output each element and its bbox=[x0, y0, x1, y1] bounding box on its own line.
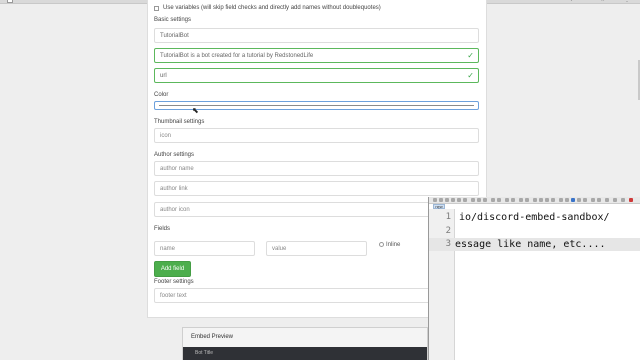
play-macro-icon[interactable] bbox=[571, 198, 575, 202]
url-input[interactable]: url ✓ bbox=[154, 68, 479, 83]
footer-text-placeholder: footer text bbox=[160, 293, 187, 299]
undo-icon[interactable] bbox=[491, 198, 495, 202]
url-input-value: url bbox=[160, 73, 167, 79]
add-field-button[interactable]: Add field bbox=[154, 261, 191, 277]
author-link-input[interactable]: author link bbox=[154, 181, 479, 196]
color-picker-input[interactable] bbox=[154, 101, 479, 110]
text-editor-window: new 1 1 io/discord-embed-sandbox/ 2 3 es… bbox=[428, 197, 640, 360]
plugin-icon[interactable] bbox=[613, 198, 617, 202]
new-file-icon[interactable] bbox=[433, 198, 437, 202]
word-wrap-icon[interactable] bbox=[539, 198, 543, 202]
line-number: 1 bbox=[445, 212, 451, 222]
indent-guide-icon[interactable] bbox=[551, 198, 555, 202]
description-input-value: TutorialBot is a bot created for a tutor… bbox=[160, 53, 314, 59]
editor-toolbar bbox=[429, 197, 640, 204]
save-icon[interactable] bbox=[445, 198, 449, 202]
thumbnail-icon-placeholder: icon bbox=[160, 133, 172, 139]
description-input[interactable]: TutorialBot is a bot created for a tutor… bbox=[154, 48, 479, 63]
fields-label: Fields bbox=[154, 226, 171, 232]
editor-line-current[interactable]: 3 essage like name, etc.... bbox=[429, 238, 640, 251]
sync-scroll-icon[interactable] bbox=[533, 198, 537, 202]
thumbnail-settings-label: Thumbnail settings bbox=[154, 119, 205, 125]
color-label: Color bbox=[154, 92, 169, 98]
line-number: 2 bbox=[445, 226, 451, 236]
menu-icon[interactable]: ⋮ bbox=[624, 0, 630, 3]
author-icon-placeholder: author icon bbox=[160, 207, 190, 213]
editor-line[interactable]: 1 io/discord-embed-sandbox/ bbox=[429, 211, 640, 224]
run-macro-icon[interactable] bbox=[577, 198, 581, 202]
line-text: essage like name, etc.... bbox=[455, 239, 606, 250]
share-icon[interactable]: ↗ bbox=[570, 0, 576, 3]
zoom-out-icon[interactable] bbox=[525, 198, 529, 202]
field-value-placeholder: value bbox=[272, 246, 287, 252]
author-name-input[interactable]: author name bbox=[154, 161, 479, 176]
check-icon: ✓ bbox=[467, 51, 474, 60]
function-list-icon[interactable] bbox=[597, 198, 601, 202]
close-icon[interactable] bbox=[629, 198, 633, 202]
cut-icon[interactable] bbox=[471, 198, 475, 202]
field-name-placeholder: name bbox=[160, 246, 176, 252]
show-symbols-icon[interactable] bbox=[545, 198, 549, 202]
editor-line[interactable]: 2 bbox=[429, 225, 640, 238]
inline-label: Inline bbox=[386, 242, 401, 249]
redo-icon[interactable] bbox=[497, 198, 501, 202]
stop-macro-icon[interactable] bbox=[565, 198, 569, 202]
print-icon[interactable] bbox=[463, 198, 467, 202]
inline-toggle[interactable]: Inline bbox=[379, 242, 400, 248]
inline-radio[interactable] bbox=[379, 242, 384, 247]
strip-checkbox[interactable] bbox=[7, 0, 13, 3]
thumbnail-icon-input[interactable]: icon bbox=[154, 128, 479, 143]
save-all-icon[interactable] bbox=[451, 198, 455, 202]
basic-settings-label: Basic settings bbox=[154, 17, 192, 23]
color-picker-bar bbox=[159, 105, 474, 106]
use-variables-label: Use variables (will skip field checks an… bbox=[163, 5, 381, 11]
embed-preview-content: Bot Title bbox=[195, 350, 214, 356]
field-value-input[interactable]: value bbox=[266, 241, 367, 256]
field-name-input[interactable]: name bbox=[154, 241, 255, 256]
title-input[interactable]: TutorialBot bbox=[154, 28, 479, 43]
author-settings-label: Author settings bbox=[154, 152, 195, 158]
record-macro-icon[interactable] bbox=[559, 198, 563, 202]
use-variables-row[interactable]: Use variables (will skip field checks an… bbox=[154, 5, 381, 11]
close-file-icon[interactable] bbox=[457, 198, 461, 202]
save-macro-icon[interactable] bbox=[583, 198, 587, 202]
author-name-placeholder: author name bbox=[160, 166, 194, 172]
open-file-icon[interactable] bbox=[439, 198, 443, 202]
line-number: 3 bbox=[445, 239, 451, 249]
monitor-icon[interactable] bbox=[621, 198, 625, 202]
author-link-placeholder: author link bbox=[160, 186, 188, 192]
zoom-in-icon[interactable] bbox=[519, 198, 523, 202]
paste-icon[interactable] bbox=[483, 198, 487, 202]
title-input-value: TutorialBot bbox=[160, 33, 189, 39]
line-text: io/discord-embed-sandbox/ bbox=[459, 212, 610, 223]
copy-icon[interactable] bbox=[477, 198, 481, 202]
star-icon[interactable]: ☆ bbox=[600, 0, 606, 3]
check-icon: ✓ bbox=[467, 71, 474, 80]
find-icon[interactable] bbox=[505, 198, 509, 202]
spellcheck-icon[interactable] bbox=[591, 198, 595, 202]
document-map-icon[interactable] bbox=[605, 198, 609, 202]
footer-settings-label: Footer settings bbox=[154, 279, 194, 285]
use-variables-checkbox[interactable] bbox=[154, 5, 159, 11]
embed-preview-panel: Embed Preview Bot Title bbox=[182, 327, 428, 360]
embed-preview-body: Bot Title bbox=[183, 347, 427, 360]
replace-icon[interactable] bbox=[511, 198, 515, 202]
mouse-cursor-icon: ⬉ bbox=[192, 106, 199, 115]
embed-preview-title: Embed Preview bbox=[191, 334, 234, 340]
